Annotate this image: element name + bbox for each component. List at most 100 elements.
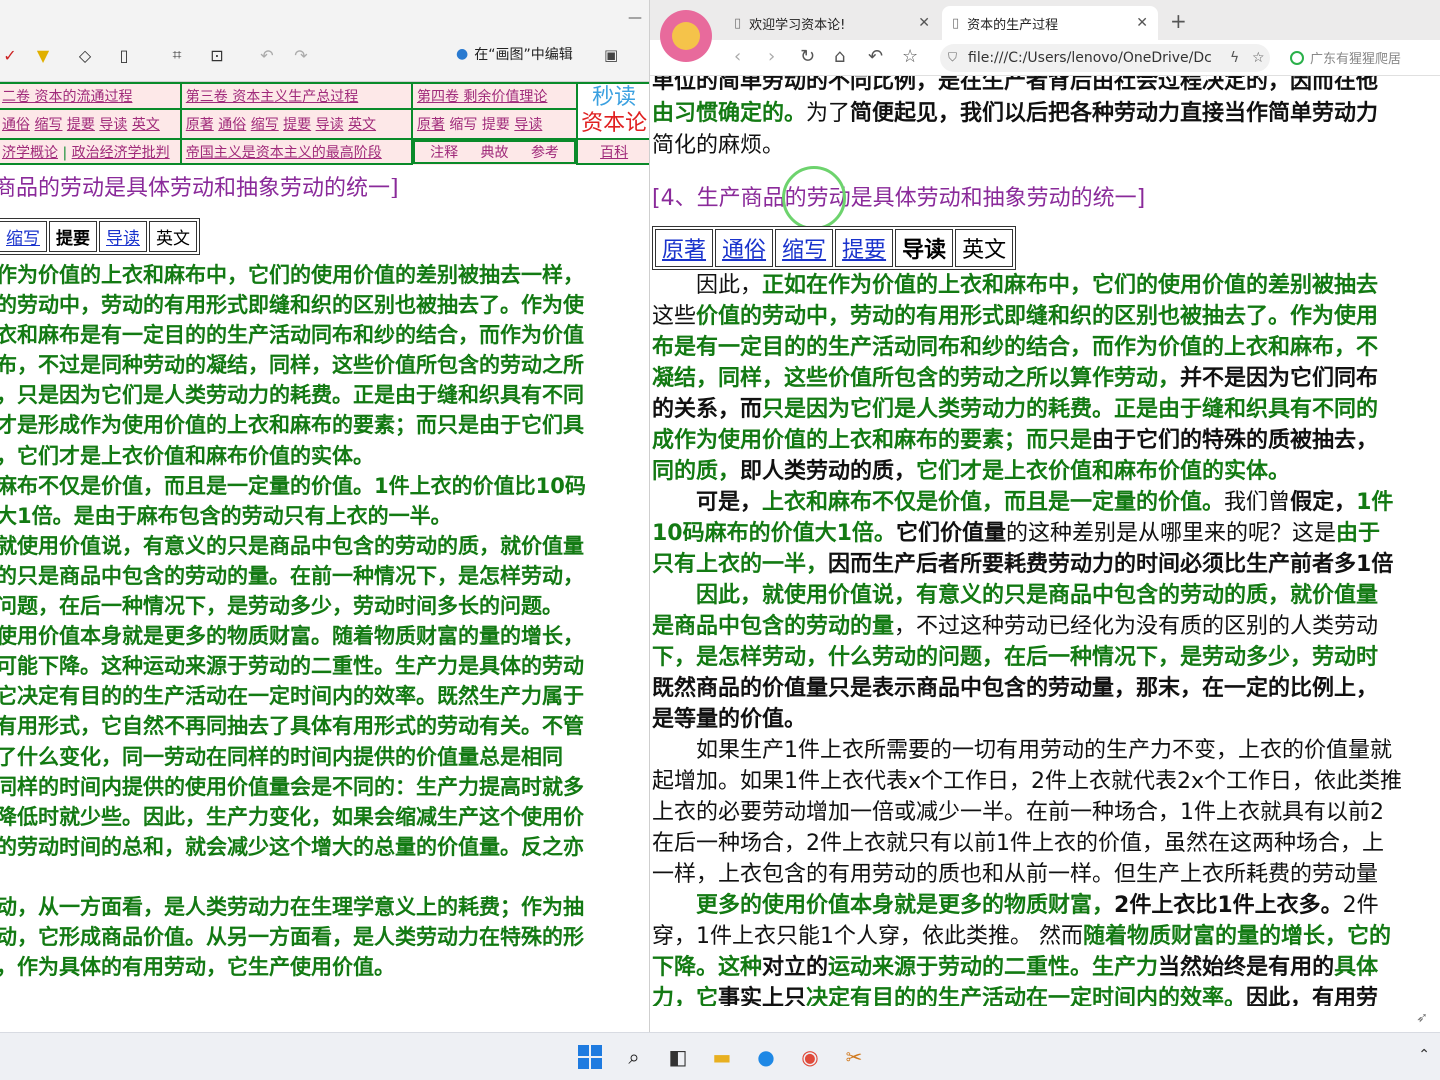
- guide-button[interactable]: 导读: [99, 221, 147, 252]
- minimize-icon[interactable]: —: [628, 10, 642, 26]
- star-icon[interactable]: ☆: [902, 46, 918, 67]
- close-icon[interactable]: ✕: [1136, 15, 1148, 31]
- nav-link[interactable]: 第四卷 剩余价值理论: [417, 89, 547, 105]
- text-scan-icon[interactable]: ⊡: [206, 40, 228, 70]
- search-icon[interactable]: ⌕: [620, 1043, 648, 1071]
- page-content: 单位的简单劳动的不同比例，是在生产者背后由社会过程决定的，因而在他 由习惯确定的…: [650, 76, 1440, 1032]
- nav-cell[interactable]: 帝国主义是资本主义的最高阶段: [179, 138, 413, 165]
- nav-link[interactable]: 政治经济学批判: [72, 145, 170, 161]
- back-icon[interactable]: ‹: [734, 46, 741, 67]
- text-line: 由习惯确定的。为了简便起见，我们以后把各种劳动力直接当作简单劳动力: [652, 98, 1440, 130]
- favorite-icon[interactable]: ☆: [1252, 50, 1265, 66]
- nav-link[interactable]: 参考: [531, 142, 559, 162]
- close-icon[interactable]: ✕: [918, 15, 930, 31]
- nav-cell[interactable]: 第三卷 资本主义生产总过程: [179, 82, 413, 110]
- nav-link[interactable]: 百科: [600, 145, 628, 161]
- undo-close-icon[interactable]: ↶: [868, 46, 883, 67]
- previous-paragraph: 单位的简单劳动的不同比例，是在生产者背后由社会过程决定的，因而在他 由习惯确定的…: [652, 76, 1440, 162]
- rocket-icon[interactable]: ➶: [1416, 1010, 1428, 1026]
- popular-button[interactable]: 通俗: [715, 229, 774, 267]
- nav-link[interactable]: 导读: [514, 117, 542, 133]
- nav-link[interactable]: 帝国主义是资本主义的最高阶段: [186, 145, 382, 161]
- text-line: 麻布不仅是价值，而且是一定量的价值。1件上衣的价值比10码: [0, 473, 586, 498]
- edit-in-paint-button[interactable]: ● 在“画图”中编辑: [456, 44, 573, 64]
- lightning-icon[interactable]: ϟ: [1230, 50, 1239, 66]
- nav-link[interactable]: 导读: [316, 117, 344, 133]
- text-line: ，它们才是上衣价值和麻布价值的实体。: [0, 443, 374, 468]
- nav-link[interactable]: 二卷 资本的流通过程: [2, 89, 132, 105]
- nav-link[interactable]: 通俗: [2, 117, 30, 133]
- text-span: 正如在作为价值的上衣和麻布中，它们的使用价值的差别被抽去: [762, 273, 1379, 298]
- nav-link[interactable]: 提要: [482, 117, 510, 133]
- markup-icon[interactable]: ✓: [0, 40, 20, 70]
- abridged-button[interactable]: 缩写: [0, 221, 47, 252]
- text-line: 穿，1件上衣只能1个人穿，依此类推。 然而随着物质财富的量的增长，它的: [652, 921, 1440, 952]
- abridged-button[interactable]: 缩写: [775, 229, 834, 267]
- ruler-icon[interactable]: ▯: [114, 40, 134, 70]
- nav-link[interactable]: 缩写: [449, 117, 477, 133]
- text-line: 问题，在后一种情况下，是劳动多少，劳动时间多长的问题。: [0, 594, 563, 619]
- text-line: 布，不过是同种劳动的凝结，同样，这些价值所包含的劳动之所: [0, 353, 584, 378]
- text-span: 随着物质财富的量的增长，它的: [1083, 924, 1392, 949]
- home-icon[interactable]: ⌂: [834, 46, 845, 67]
- guide-button[interactable]: 导读: [895, 229, 954, 267]
- highlighter-icon[interactable]: ▼: [32, 40, 54, 70]
- nav-cell: 济学概论 | 政治经济学批判: [0, 138, 182, 165]
- undo-icon[interactable]: ↶: [256, 40, 278, 70]
- avatar[interactable]: [660, 10, 712, 62]
- text-span: 这些: [652, 304, 697, 329]
- edge-icon[interactable]: ●: [752, 1043, 780, 1071]
- text-line: 既然商品的价值量只是表示商品中包含的劳动量，那末，在一定的比例上，: [652, 673, 1440, 704]
- nav-link[interactable]: 英文: [132, 117, 160, 133]
- search-box[interactable]: 广东有猩猩爬居: [1290, 48, 1401, 67]
- summary-button[interactable]: 提要: [49, 221, 97, 252]
- nav-link[interactable]: 提要: [283, 117, 311, 133]
- crop-icon[interactable]: ⌗: [166, 40, 188, 70]
- horizontal-scrollbar[interactable]: ➶: [650, 1006, 1440, 1032]
- text-line: 的劳动中，劳动的有用形式即缝和织的区别也被抽去了。作为使: [0, 293, 584, 318]
- nav-cell[interactable]: 二卷 资本的流通过程: [0, 82, 182, 110]
- nav-link[interactable]: 济学概论: [2, 145, 58, 161]
- snipping-tool-icon[interactable]: ✂: [840, 1043, 868, 1071]
- nav-link[interactable]: 通俗: [218, 117, 246, 133]
- text-line: 使用价值本身就是更多的物质财富。随着物质财富的量的增长，: [0, 624, 584, 649]
- tab-welcome[interactable]: ▯ 欢迎学习资本论! ✕: [724, 6, 940, 40]
- chevron-up-icon[interactable]: ⌃: [1418, 1047, 1430, 1063]
- reload-icon[interactable]: ↻: [800, 46, 815, 67]
- text-span: 假定，: [1290, 490, 1357, 515]
- eraser-icon[interactable]: ◇: [74, 40, 96, 70]
- english-button[interactable]: 英文: [955, 229, 1014, 267]
- nav-link[interactable]: 原著: [417, 117, 445, 133]
- text-line: 起增加。如果1件上衣代表x个工作日，2件上衣就代表2x个工作日，依此类推: [652, 766, 1440, 797]
- nav-cell: 通俗 缩写 提要 导读 英文: [0, 108, 182, 140]
- english-button[interactable]: 英文: [149, 221, 197, 252]
- task-view-icon[interactable]: ◧: [664, 1043, 692, 1071]
- nav-cell: 注释 典故 参考: [412, 140, 577, 164]
- nav-link[interactable]: 导读: [99, 117, 127, 133]
- save-icon[interactable]: ▣: [604, 46, 618, 64]
- text-line: 只有上衣的一半，因而生产后者所要耗费劳动力的时间必须比生产前者多1倍: [652, 549, 1440, 580]
- browser-icon[interactable]: ◉: [796, 1043, 824, 1071]
- tab-label: 欢迎学习资本论!: [749, 17, 846, 33]
- nav-link[interactable]: 缩写: [34, 117, 62, 133]
- new-tab-button[interactable]: +: [1170, 9, 1187, 33]
- summary-button[interactable]: 提要: [835, 229, 894, 267]
- nav-link[interactable]: 原著: [186, 117, 214, 133]
- nav-link[interactable]: 注释: [430, 142, 458, 162]
- nav-cell[interactable]: 第四卷 剩余价值理论: [410, 82, 579, 110]
- nav-link[interactable]: 第三卷 资本主义生产总过程: [186, 89, 358, 105]
- file-explorer-icon[interactable]: ▬: [708, 1043, 736, 1071]
- nav-link[interactable]: 提要: [67, 117, 95, 133]
- tab-strip: ▯ 欢迎学习资本论! ✕ ▯ 资本的生产过程 ✕ +: [650, 0, 1440, 40]
- tab-production-process[interactable]: ▯ 资本的生产过程 ✕: [942, 6, 1158, 40]
- text-line: 大1倍。是由于麻布包含的劳动只有上衣的一半。: [0, 503, 452, 528]
- start-icon[interactable]: [576, 1043, 604, 1071]
- nav-link[interactable]: 英文: [348, 117, 376, 133]
- forward-icon[interactable]: ›: [768, 46, 775, 67]
- original-button[interactable]: 原著: [655, 229, 714, 267]
- nav-link[interactable]: 典故: [481, 142, 509, 162]
- redo-icon[interactable]: ↷: [290, 40, 312, 70]
- nav-link[interactable]: 缩写: [251, 117, 279, 133]
- nav-cell[interactable]: 百科: [576, 138, 649, 165]
- address-bar[interactable]: ⛉ file:///C:/Users/lenovo/OneDrive/Dc: [940, 44, 1270, 72]
